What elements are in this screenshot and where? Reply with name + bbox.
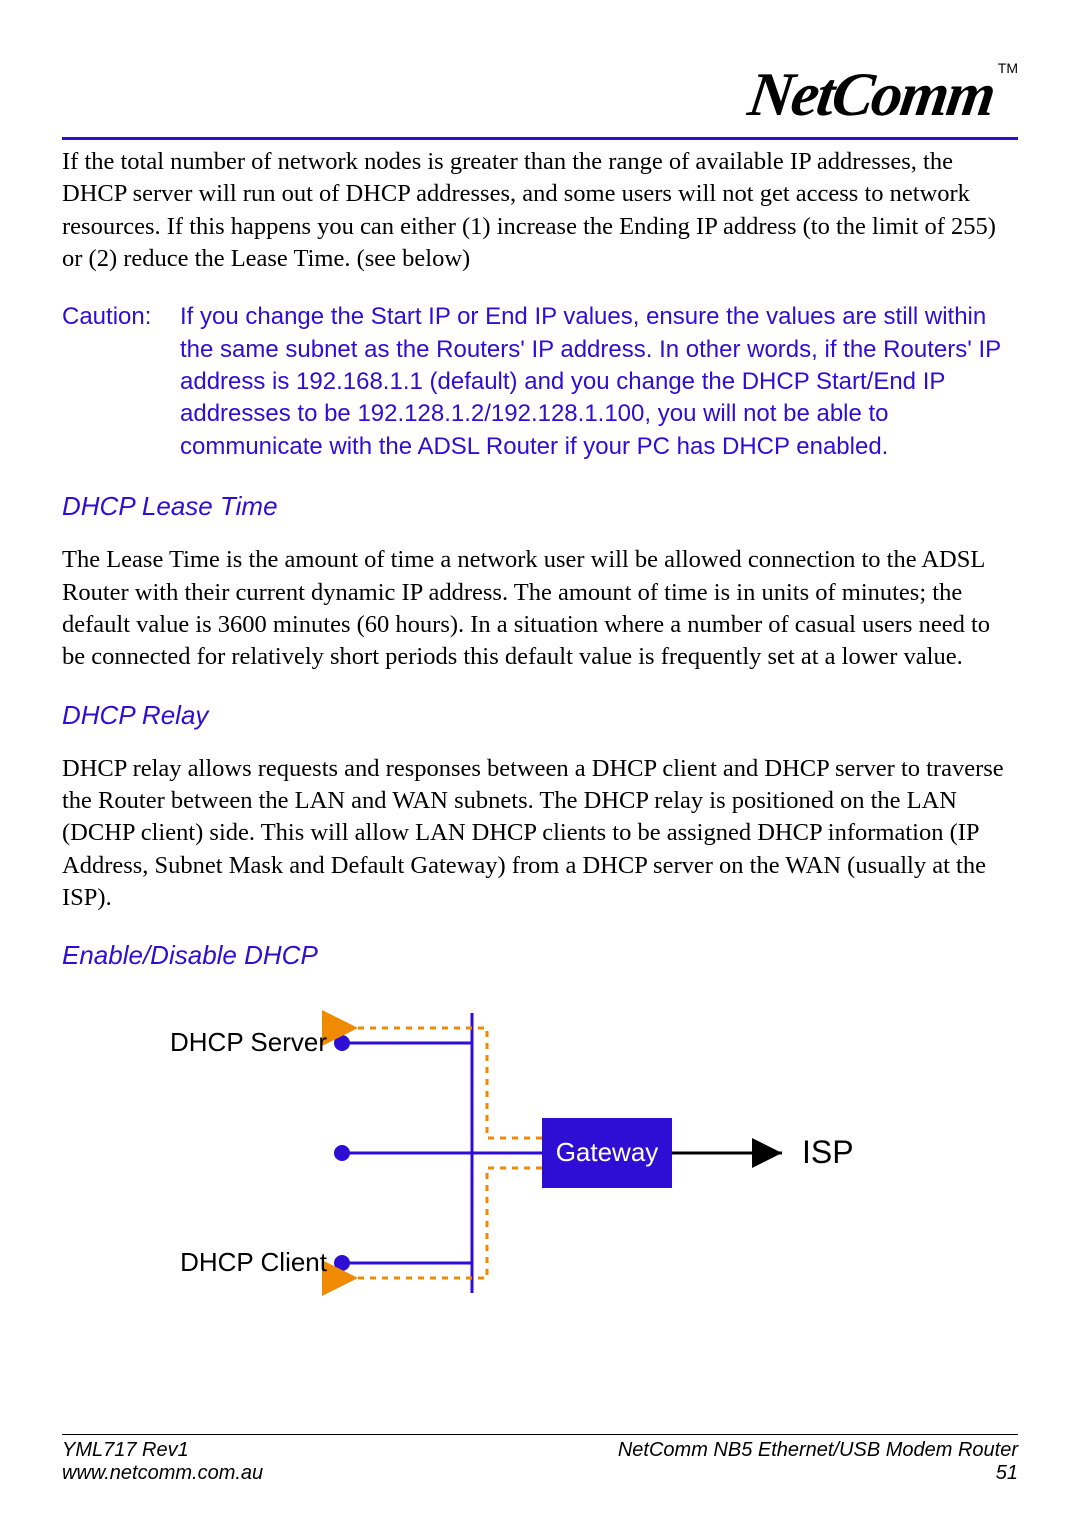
diagram-gateway-label: Gateway	[556, 1137, 659, 1167]
diagram-isp-label: ISP	[802, 1134, 854, 1170]
brand-logo: NetCommTM	[62, 60, 1018, 131]
dhcp-relay-body: DHCP relay allows requests and responses…	[62, 753, 1018, 915]
footer-page: 51	[996, 1462, 1018, 1485]
footer-rev: YML717 Rev1	[62, 1439, 189, 1462]
caution-text: If you change the Start IP or End IP val…	[180, 301, 1018, 463]
heading-lease-time: DHCP Lease Time	[62, 491, 1018, 522]
intro-paragraph: If the total number of network nodes is …	[62, 146, 1018, 275]
heading-dhcp-relay: DHCP Relay	[62, 700, 1018, 731]
diagram-server-label: DHCP Server	[170, 1027, 327, 1057]
lease-time-body: The Lease Time is the amount of time a n…	[62, 544, 1018, 673]
logo-text: NetComm	[744, 60, 998, 131]
page-footer: YML717 Rev1 NetComm NB5 Ethernet/USB Mod…	[62, 1434, 1018, 1485]
caution-block: Caution: If you change the Start IP or E…	[62, 301, 1018, 463]
diagram-client-label: DHCP Client	[180, 1247, 328, 1277]
diagram-svg: Gateway ISP DHCP Server DHCP Client	[142, 993, 862, 1313]
header-rule	[62, 137, 1018, 140]
heading-enable-disable: Enable/Disable DHCP	[62, 940, 1018, 971]
footer-product: NetComm NB5 Ethernet/USB Modem Router	[618, 1439, 1018, 1462]
caution-label: Caution:	[62, 301, 180, 463]
logo-trademark: TM	[998, 60, 1018, 76]
footer-url: www.netcomm.com.au	[62, 1462, 263, 1485]
dhcp-diagram: Gateway ISP DHCP Server DHCP Client	[142, 993, 1018, 1318]
footer-rule	[62, 1434, 1018, 1435]
